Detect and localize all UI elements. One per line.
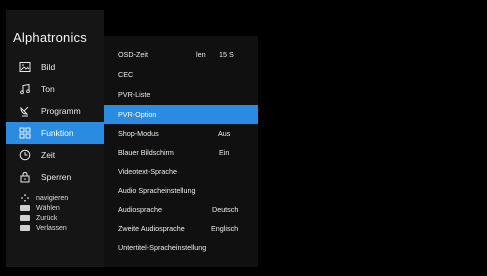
menu-item-osd-zeit[interactable]: OSD-Zeit len 15 S [104,45,258,64]
help-exit: Verlassen [20,223,68,233]
ok-key-icon [20,205,30,211]
sidebar-item-sperren[interactable]: Sperren [6,166,104,188]
sidebar-item-label: Zeit [41,150,56,160]
satellite-dish-icon [17,104,33,118]
menu-item-value: Englisch [211,224,239,233]
back-key-icon [20,215,30,221]
clock-icon [17,148,33,162]
tv-screen: Alphatronics Bild Ton Programm Funktion … [0,0,487,276]
menu-item-cec[interactable]: CEC [104,65,258,84]
menu-item-audiosprache[interactable]: Audiosprache Deutsch [104,200,258,219]
content-area [258,10,481,267]
menu-item-value: len [196,50,206,59]
menu-item-zweite-audiosprache[interactable]: Zweite Audiosprache Englisch [104,219,258,238]
menu-item-blauer-bildschirm[interactable]: Blauer Bildschirm Ein [104,143,258,162]
sidebar-item-ton[interactable]: Ton [6,78,104,100]
menu-item-pvr-option[interactable]: PVR-Option [104,105,258,124]
sidebar-item-programm[interactable]: Programm [6,100,104,122]
sidebar-item-label: Sperren [41,172,72,182]
menu-item-label: Audiosprache [118,205,162,214]
sidebar-item-label: Bild [41,62,56,72]
menu-item-value: Aus [218,129,231,138]
menu-item-label: Audio Spracheinstellung [118,186,196,195]
sidebar-item-label: Ton [41,84,55,94]
menu-item-audio-spracheinstellung[interactable]: Audio Spracheinstellung [104,181,258,200]
menu-item-value: Ein [219,148,230,157]
menu-item-label: OSD-Zeit [118,50,148,59]
menu-item-untertitel-spracheinstellung[interactable]: Untertitel-Spracheinstellung [104,238,258,257]
sidebar-item-bild[interactable]: Bild [6,56,104,78]
menu-item-label: Zweite Audiosprache [118,224,185,233]
help-back-label: Zurück [36,214,58,222]
menu-item-value: 15 S [219,50,234,59]
help-select: Wählen [20,203,68,213]
menu-item-pvr-liste[interactable]: PVR-Liste [104,85,258,104]
sidebar-item-label: Programm [41,106,81,116]
dpad-icon [20,194,30,202]
menu-item-label: PVR-Liste [118,90,151,99]
music-note-icon [17,82,33,96]
sidebar-item-label: Funktion [41,128,74,138]
help-navigate: navigieren [20,193,68,203]
sidebar-nav: Bild Ton Programm Funktion Zeit Sperren [6,56,104,188]
funktion-submenu: OSD-Zeit len 15 S CEC PVR-Liste PVR-Opti… [104,36,258,267]
function-grid-icon [17,126,33,140]
menu-item-videotext-sprache[interactable]: Videotext-Sprache [104,162,258,181]
help-back: Zurück [20,213,68,223]
menu-item-label: Shop-Modus [118,129,159,138]
help-select-label: Wählen [36,204,60,212]
menu-item-label: Untertitel-Spracheinstellung [118,243,207,252]
menu-item-label: CEC [118,70,134,79]
exit-key-icon [20,225,30,231]
sidebar-item-zeit[interactable]: Zeit [6,144,104,166]
picture-icon [17,60,33,74]
sidebar-item-funktion[interactable]: Funktion [6,122,104,144]
help-exit-label: Verlassen [36,224,67,232]
brand-logo: Alphatronics [13,30,87,45]
key-help: navigieren Wählen Zurück Verlassen [20,193,68,233]
menu-item-label: Videotext-Sprache [118,167,178,176]
menu-item-label: PVR-Option [118,110,157,119]
lock-icon [17,170,33,184]
menu-item-label: Blauer Bildschirm [118,148,174,157]
settings-sidebar: Alphatronics Bild Ton Programm Funktion … [6,10,104,267]
help-navigate-label: navigieren [36,194,69,202]
menu-item-shop-modus[interactable]: Shop-Modus Aus [104,124,258,143]
menu-item-value: Deutsch [212,205,239,214]
